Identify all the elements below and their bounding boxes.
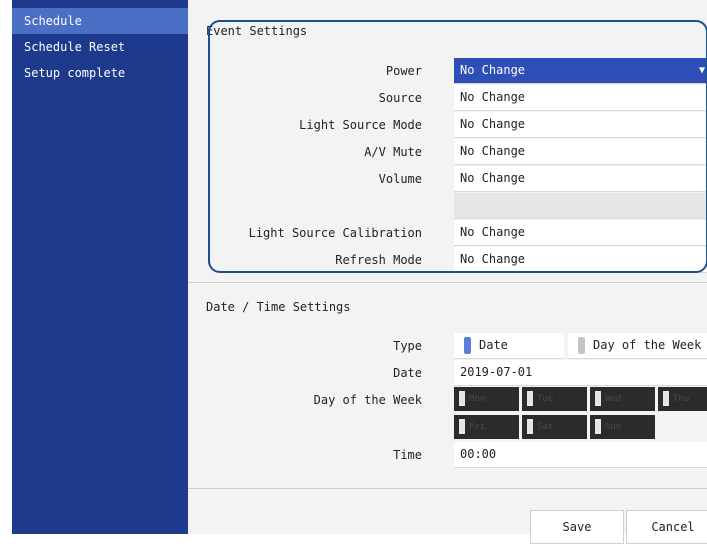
radio-unselected-icon bbox=[578, 337, 585, 354]
time-row: Time 00:00 bbox=[208, 442, 707, 468]
day-of-week-label: Day of the Week bbox=[313, 393, 422, 407]
source-label: Source bbox=[378, 91, 422, 105]
sidebar-item-schedule[interactable]: Schedule bbox=[12, 8, 188, 34]
footer-divider bbox=[188, 488, 707, 489]
av-mute-row: A/V Mute No Change bbox=[208, 139, 707, 165]
light-source-calibration-label: Light Source Calibration bbox=[248, 226, 422, 240]
light-source-mode-select[interactable]: No Change bbox=[454, 112, 707, 138]
av-mute-select[interactable]: No Change bbox=[454, 139, 707, 165]
power-label: Power bbox=[385, 64, 422, 78]
light-source-calibration-select[interactable]: No Change bbox=[454, 220, 707, 246]
type-dow-label: Day of the Week bbox=[593, 338, 702, 352]
save-button[interactable]: Save bbox=[530, 510, 624, 544]
volume-select[interactable]: No Change bbox=[454, 166, 707, 192]
date-label: Date bbox=[393, 366, 422, 380]
date-field[interactable]: 2019-07-01 bbox=[454, 360, 707, 386]
day-mon-checkbox: Mon bbox=[454, 387, 519, 411]
day-sun-checkbox: Sun bbox=[590, 415, 655, 439]
section-divider bbox=[188, 282, 707, 283]
source-select[interactable]: No Change bbox=[454, 85, 707, 111]
event-settings-title: Event Settings bbox=[206, 24, 308, 38]
day-fri-checkbox: Fri bbox=[454, 415, 519, 439]
refresh-mode-row: Refresh Mode No Change bbox=[208, 247, 707, 273]
type-dow-radio[interactable]: Day of the Week bbox=[568, 333, 707, 359]
datetime-settings-title: Date / Time Settings bbox=[206, 300, 351, 314]
dropdown-caret-icon: ▼ bbox=[698, 65, 705, 76]
power-value: No Change bbox=[460, 63, 526, 77]
type-row: Type Date Day of the Week bbox=[208, 333, 707, 359]
refresh-mode-label: Refresh Mode bbox=[335, 253, 422, 267]
light-source-mode-row: Light Source Mode No Change bbox=[208, 112, 707, 138]
sidebar-nav: Schedule Schedule Reset Setup complete bbox=[12, 0, 188, 534]
main-panel: Event Settings Power No Change ▼ Source … bbox=[188, 0, 707, 544]
type-date-radio[interactable]: Date bbox=[454, 333, 564, 359]
light-source-calibration-row: Light Source Calibration No Change bbox=[208, 220, 707, 246]
radio-selected-icon bbox=[464, 337, 471, 354]
type-date-label: Date bbox=[479, 338, 508, 352]
power-row: Power No Change ▼ bbox=[208, 58, 707, 84]
day-tue-checkbox: Tue bbox=[522, 387, 587, 411]
type-label: Type bbox=[393, 339, 422, 353]
empty-field bbox=[454, 193, 707, 219]
cancel-button[interactable]: Cancel bbox=[626, 510, 707, 544]
av-mute-label: A/V Mute bbox=[364, 145, 422, 159]
time-label: Time bbox=[393, 448, 422, 462]
day-sat-checkbox: Sat bbox=[522, 415, 587, 439]
power-select[interactable]: No Change ▼ bbox=[454, 58, 707, 84]
day-of-week-row: Day of the Week Mon Tue Wed Thu Fri Sat … bbox=[208, 387, 707, 443]
empty-row bbox=[208, 193, 707, 219]
volume-row: Volume No Change bbox=[208, 166, 707, 192]
time-field[interactable]: 00:00 bbox=[454, 442, 707, 468]
sidebar-item-schedule-reset[interactable]: Schedule Reset bbox=[12, 34, 188, 60]
sidebar-item-setup-complete[interactable]: Setup complete bbox=[12, 60, 188, 86]
volume-label: Volume bbox=[378, 172, 422, 186]
source-row: Source No Change bbox=[208, 85, 707, 111]
day-thu-checkbox: Thu bbox=[658, 387, 707, 411]
date-row: Date 2019-07-01 bbox=[208, 360, 707, 386]
light-source-mode-label: Light Source Mode bbox=[299, 118, 422, 132]
day-wed-checkbox: Wed bbox=[590, 387, 655, 411]
refresh-mode-select[interactable]: No Change bbox=[454, 247, 707, 273]
